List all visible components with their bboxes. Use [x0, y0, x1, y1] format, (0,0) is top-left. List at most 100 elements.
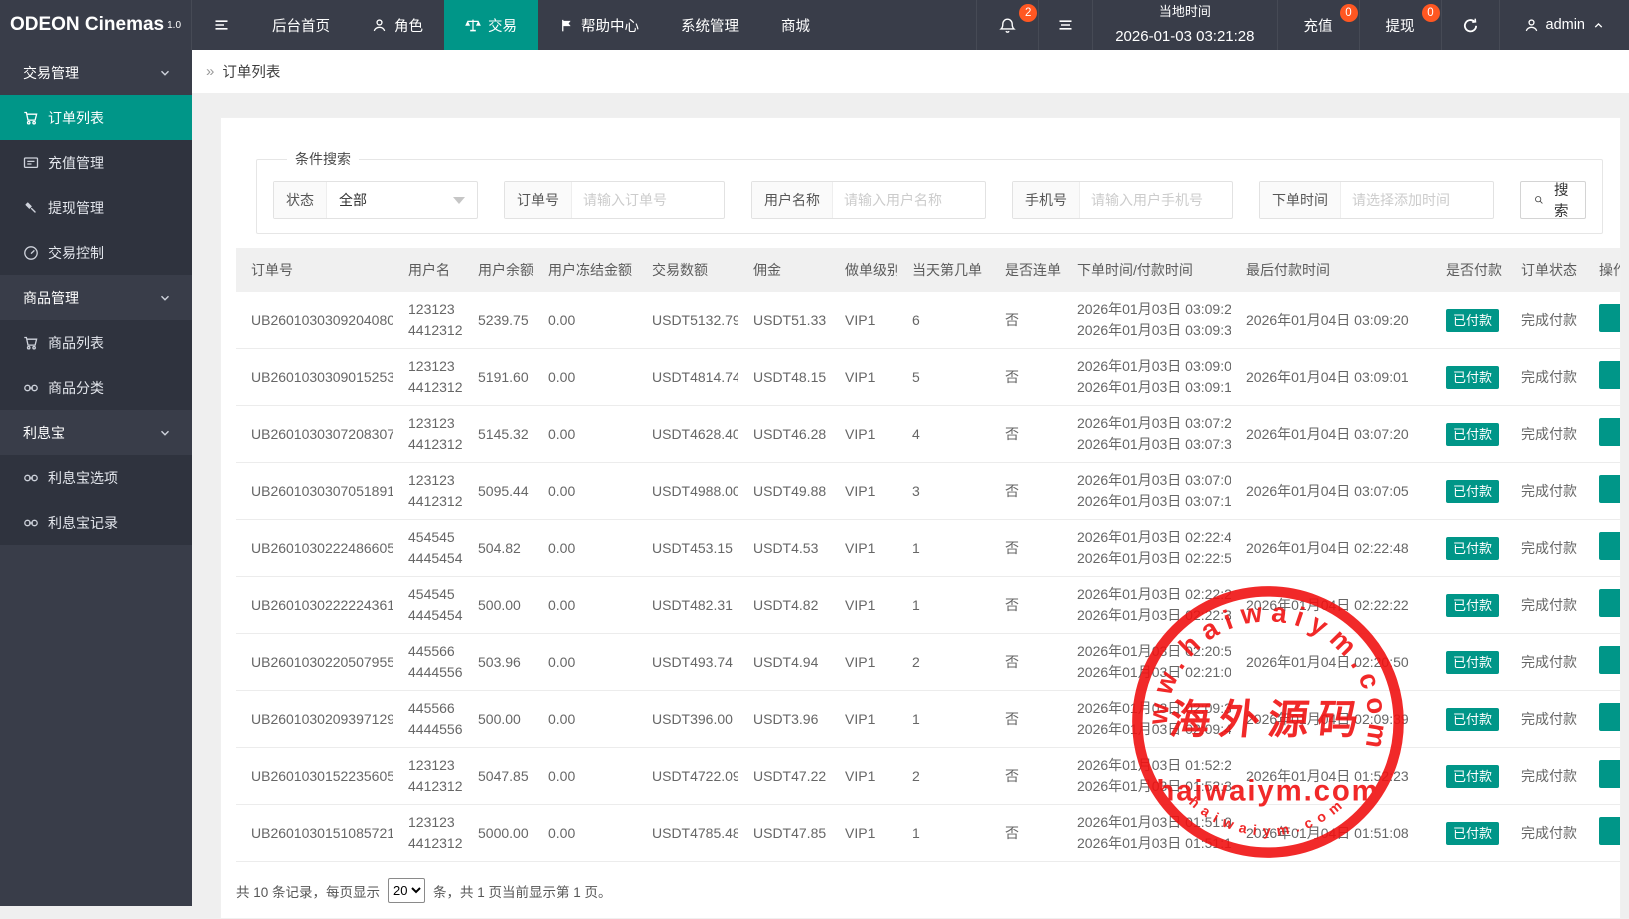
cell-user-name: 44556644445566: [393, 634, 463, 691]
username-label: admin: [1546, 17, 1586, 33]
amount: USDT482.31: [652, 595, 738, 616]
amount: USDT4722.09: [652, 766, 738, 787]
sidebar-group-product-management[interactable]: 商品管理: [0, 275, 192, 320]
sidebar-group-trade-management[interactable]: 交易管理: [0, 50, 192, 95]
cell-user-name: 12312344123123: [393, 463, 463, 520]
order-time-input[interactable]: [1341, 182, 1493, 218]
sidebar-item-recharge-management[interactable]: 充值管理: [0, 140, 192, 185]
sidebar-item-interest-records[interactable]: 利息宝记录: [0, 500, 192, 545]
cart-icon: [23, 110, 39, 126]
cell-frozen: 0.00: [533, 577, 637, 634]
sidebar-item-order-list[interactable]: 订单列表: [0, 95, 192, 140]
status-selected-value: 全部: [339, 190, 367, 210]
cell-time-order: 2026年01月03日 03:09:012026年01月03日 03:09:15: [1062, 349, 1231, 406]
cell-order-no: UB2601030307051891: [236, 463, 393, 520]
user-name-input[interactable]: [833, 182, 985, 218]
search-button[interactable]: 搜 索: [1520, 181, 1586, 219]
amount: USDT4814.74: [652, 367, 738, 388]
sidebar-item-withdraw-management[interactable]: 提现管理: [0, 185, 192, 230]
cell-day-order: 1: [897, 577, 990, 634]
cell-amount: USDT5132.79: [637, 292, 738, 349]
cell-commission: USDT46.28: [738, 406, 830, 463]
cell-amount: USDT4988.00: [637, 463, 738, 520]
cell-level: VIP1: [830, 463, 897, 520]
cell-pay-status: 已付款: [1431, 349, 1506, 406]
cell-user-name: 45454544454545: [393, 577, 463, 634]
frozen: 0.00: [548, 310, 637, 331]
level: VIP1: [845, 538, 897, 559]
action-button[interactable]: [1599, 760, 1620, 788]
action-button[interactable]: [1599, 532, 1620, 560]
order-status: 完成付款: [1521, 652, 1584, 673]
nav-item-roles[interactable]: 角色: [351, 0, 444, 50]
time-order: 2026年01月03日 02:22:48: [1077, 527, 1231, 548]
cell-last-pay-time: 2026年01月04日 01:52:23: [1231, 748, 1431, 805]
cell-order-no: UB2601030222224361: [236, 577, 393, 634]
recharge-button[interactable]: 充值 0: [1277, 0, 1359, 50]
cell-amount: USDT4814.74: [637, 349, 738, 406]
nav-item-help-center[interactable]: 帮助中心: [538, 0, 660, 50]
balance: 504.82: [478, 538, 533, 559]
level: VIP1: [845, 310, 897, 331]
sidebar-item-label: 充值管理: [48, 153, 104, 173]
sidebar-toggle-button[interactable]: [192, 0, 251, 50]
user-name: 123123: [408, 812, 463, 833]
cell-pay-status: 已付款: [1431, 577, 1506, 634]
cell-is-chain: 否: [990, 349, 1062, 406]
sidebar-item-product-list[interactable]: 商品列表: [0, 320, 192, 365]
withdraw-button[interactable]: 提现 0: [1359, 0, 1441, 50]
pay-status-badge: 已付款: [1446, 708, 1499, 731]
action-button[interactable]: [1599, 646, 1620, 674]
col-day-order: 当天第几单: [897, 248, 990, 292]
nav-item-home[interactable]: 后台首页: [251, 0, 351, 50]
sidebar-item-trade-control[interactable]: 交易控制: [0, 230, 192, 275]
cell-balance: 5145.32: [463, 406, 533, 463]
nav-item-trade[interactable]: 交易: [444, 0, 538, 50]
cell-order-no: UB2601030307208307: [236, 406, 393, 463]
action-button[interactable]: [1599, 703, 1620, 731]
page-size-select[interactable]: 20: [388, 878, 425, 903]
user-name: 123123: [408, 755, 463, 776]
nav-item-label: 帮助中心: [581, 15, 639, 36]
last-pay-time: 2026年01月04日 02:20:50: [1246, 652, 1431, 673]
cell-order-no: UB2601030309204080: [236, 292, 393, 349]
user-account: 44123123: [408, 833, 463, 854]
day-order: 6: [912, 310, 990, 331]
action-button[interactable]: [1599, 418, 1620, 446]
action-button[interactable]: [1599, 304, 1620, 332]
sidebar-item-interest-options[interactable]: 利息宝选项: [0, 455, 192, 500]
amount: USDT4785.48: [652, 823, 738, 844]
action-button[interactable]: [1599, 475, 1620, 503]
action-button[interactable]: [1599, 817, 1620, 845]
time-pay: 2026年01月03日 03:09:39: [1077, 320, 1231, 341]
col-amount: 交易数额: [637, 248, 738, 292]
cell-actions: [1584, 691, 1620, 748]
sidebar-item-product-category[interactable]: 商品分类: [0, 365, 192, 410]
status-select[interactable]: 全部: [327, 182, 477, 218]
cell-time-order: 2026年01月03日 02:22:222026年01月03日 02:22:33: [1062, 577, 1231, 634]
col-frozen: 用户冻结金额: [533, 248, 637, 292]
frozen: 0.00: [548, 709, 637, 730]
table-row: UB260103022222436145454544454545500.000.…: [236, 577, 1620, 634]
col-user-name: 用户名: [393, 248, 463, 292]
cell-level: VIP1: [830, 406, 897, 463]
frozen: 0.00: [548, 595, 637, 616]
cell-time-order: 2026年01月03日 01:51:082026年01月03日 01:51:18: [1062, 805, 1231, 862]
user-menu[interactable]: admin: [1499, 0, 1629, 50]
commission: USDT3.96: [753, 709, 830, 730]
day-order: 2: [912, 766, 990, 787]
nav-item-system[interactable]: 系统管理: [660, 0, 760, 50]
amount: USDT396.00: [652, 709, 738, 730]
cell-last-pay-time: 2026年01月04日 02:20:50: [1231, 634, 1431, 691]
notifications-button[interactable]: 2: [976, 0, 1038, 50]
nav-item-mall[interactable]: 商城: [760, 0, 831, 50]
phone-input[interactable]: [1080, 182, 1232, 218]
sidebar-group-interest-treasure[interactable]: 利息宝: [0, 410, 192, 455]
action-button[interactable]: [1599, 589, 1620, 617]
order-no-input[interactable]: [572, 182, 724, 218]
cell-user-name: 12312344123123: [393, 349, 463, 406]
cell-balance: 5095.44: [463, 463, 533, 520]
message-list-button[interactable]: [1038, 0, 1092, 50]
action-button[interactable]: [1599, 361, 1620, 389]
refresh-button[interactable]: [1441, 0, 1499, 50]
